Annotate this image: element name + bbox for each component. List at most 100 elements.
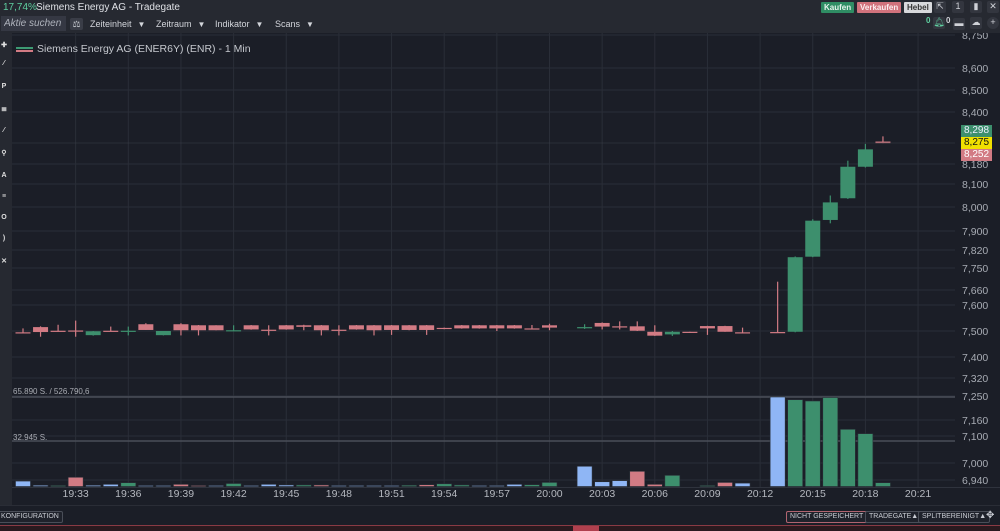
candle-body <box>735 332 751 334</box>
candle-body <box>577 327 593 329</box>
volume-bar <box>383 485 400 487</box>
magnet-icon[interactable]: ) <box>0 235 8 242</box>
price-tick-label: 8,400 <box>962 107 988 119</box>
drawing-tools-sidebar: ✚ ⁄ P ≣ ⁄ ⚲ A ≡ O ) ✕ <box>0 33 12 505</box>
stock-search-input[interactable] <box>1 16 66 31</box>
candle-body <box>313 325 329 331</box>
volume-bar <box>243 485 259 487</box>
price-tick-label: 7,400 <box>962 352 988 364</box>
split-adjusted-button[interactable]: SPLITBEREINIGT▲ <box>918 511 991 523</box>
volume-bar <box>155 485 172 487</box>
volume-bar <box>331 485 347 487</box>
menu-indicator[interactable]: Indikator ▼ <box>215 15 263 34</box>
zoom-icon[interactable]: ⚲ <box>0 149 8 157</box>
pitchfork-tool-icon[interactable]: P <box>0 83 8 90</box>
cloud-upload-icon[interactable]: ☁ <box>970 17 982 29</box>
window-title: Siemens Energy AG - Tradegate <box>36 2 180 13</box>
circle-tool-icon[interactable]: O <box>0 214 8 221</box>
time-tick-label: 19:45 <box>273 488 299 500</box>
configuration-button[interactable]: KONFIGURATION <box>0 511 63 523</box>
volume-bar <box>102 484 119 487</box>
add-circle-icon[interactable]: + <box>987 17 999 29</box>
candle-body <box>506 325 522 329</box>
time-tick-label: 19:48 <box>326 488 352 500</box>
volume-bar <box>190 485 207 487</box>
volume-bar <box>278 484 295 487</box>
measure-tool-icon[interactable]: ≡ <box>0 193 8 200</box>
alert-count: 0 <box>926 16 931 25</box>
volume-bar <box>769 396 786 487</box>
exchange-button[interactable]: TRADEGATE▲ <box>865 511 923 523</box>
volume-bar <box>717 482 733 487</box>
price-chart[interactable]: 8,7508,6008,5008,4008,1808,1008,0007,900… <box>0 0 1000 531</box>
buy-button[interactable]: Kaufen <box>821 2 855 13</box>
share-icon[interactable]: ⇱ <box>934 1 946 13</box>
candle-body <box>226 330 242 332</box>
candle-body <box>261 329 277 331</box>
folder-icon[interactable]: ▬ <box>953 18 965 30</box>
time-tick-label: 19:33 <box>63 488 89 500</box>
candle-body <box>68 330 84 332</box>
line-tool-icon[interactable]: ⁄ <box>0 60 8 67</box>
volume-bar <box>50 485 66 487</box>
time-tick-label: 19:54 <box>431 488 457 500</box>
candle-body <box>278 325 294 330</box>
move-handle-icon[interactable]: ✥ <box>986 510 994 521</box>
volume-bar <box>699 485 716 487</box>
candle-body <box>436 327 452 330</box>
candle-body <box>120 330 136 332</box>
time-tick-label: 20:18 <box>852 488 878 500</box>
volume-bar <box>524 484 540 487</box>
crosshair-tool-icon[interactable]: ✚ <box>0 41 8 49</box>
not-saved-button[interactable]: NICHT GESPEICHERT <box>786 511 868 523</box>
notification-count: 0 <box>946 16 951 25</box>
candle-body <box>50 330 66 332</box>
candle-body <box>85 331 101 336</box>
menu-label: Indikator <box>215 19 250 29</box>
fibonacci-tool-icon[interactable]: ≣ <box>0 105 8 113</box>
volume-bar <box>822 397 839 487</box>
candle-body <box>682 331 698 333</box>
volume-bar <box>436 483 453 487</box>
volume-bar <box>366 485 382 487</box>
close-icon[interactable]: ✕ <box>987 1 999 13</box>
menu-period[interactable]: Zeitraum ▼ <box>156 15 205 34</box>
menu-timeframe[interactable]: Zeiteinheit ▼ <box>90 15 145 34</box>
candle-body <box>699 326 715 329</box>
time-tick-label: 20:03 <box>589 488 615 500</box>
volume-bar <box>295 484 312 487</box>
bell-icon[interactable]: 🔔︎ <box>933 17 945 29</box>
time-tick-label: 19:39 <box>168 488 194 500</box>
menu-scans[interactable]: Scans ▼ <box>275 15 314 34</box>
remove-drawings-icon[interactable]: ✕ <box>0 257 8 265</box>
candle-body <box>787 257 803 332</box>
price-tick-label: 7,250 <box>962 391 988 403</box>
text-tool-icon[interactable]: A <box>0 172 8 179</box>
price-tick-label: 8,000 <box>962 202 988 214</box>
candle-body <box>419 325 435 330</box>
compare-scale-icon[interactable]: ⚖ <box>70 18 83 30</box>
volume-bar <box>664 475 681 487</box>
change-percent: 17,74% <box>3 2 37 13</box>
sell-button[interactable]: Verkaufen <box>857 2 902 13</box>
time-tick-label: 20:06 <box>642 488 668 500</box>
trash-icon[interactable]: ▮ <box>970 1 982 13</box>
candle-body <box>366 325 382 331</box>
pen-tool-icon[interactable]: ⁄ <box>0 127 8 134</box>
volume-bar <box>734 482 751 487</box>
volume-max-label: 65.890 S. / 526.790,6 <box>13 387 90 396</box>
candle-body <box>822 202 838 220</box>
last-price-badge: 8,275 <box>961 137 992 149</box>
candle-body <box>664 331 680 335</box>
candle-body <box>647 331 663 336</box>
volume-bar <box>489 485 505 487</box>
volume-bar <box>804 400 821 487</box>
price-tick-label: 8,600 <box>962 63 988 75</box>
time-tick-label: 20:15 <box>800 488 826 500</box>
candle-body <box>103 330 119 332</box>
time-tick-label: 20:21 <box>905 488 931 500</box>
title-bar: 17,74% Siemens Energy AG - Tradegate Kau… <box>0 0 1000 15</box>
window-count-button[interactable]: 1 <box>952 1 964 13</box>
lower-panel-tab[interactable] <box>573 526 599 531</box>
series-swatch-icon <box>16 46 33 52</box>
